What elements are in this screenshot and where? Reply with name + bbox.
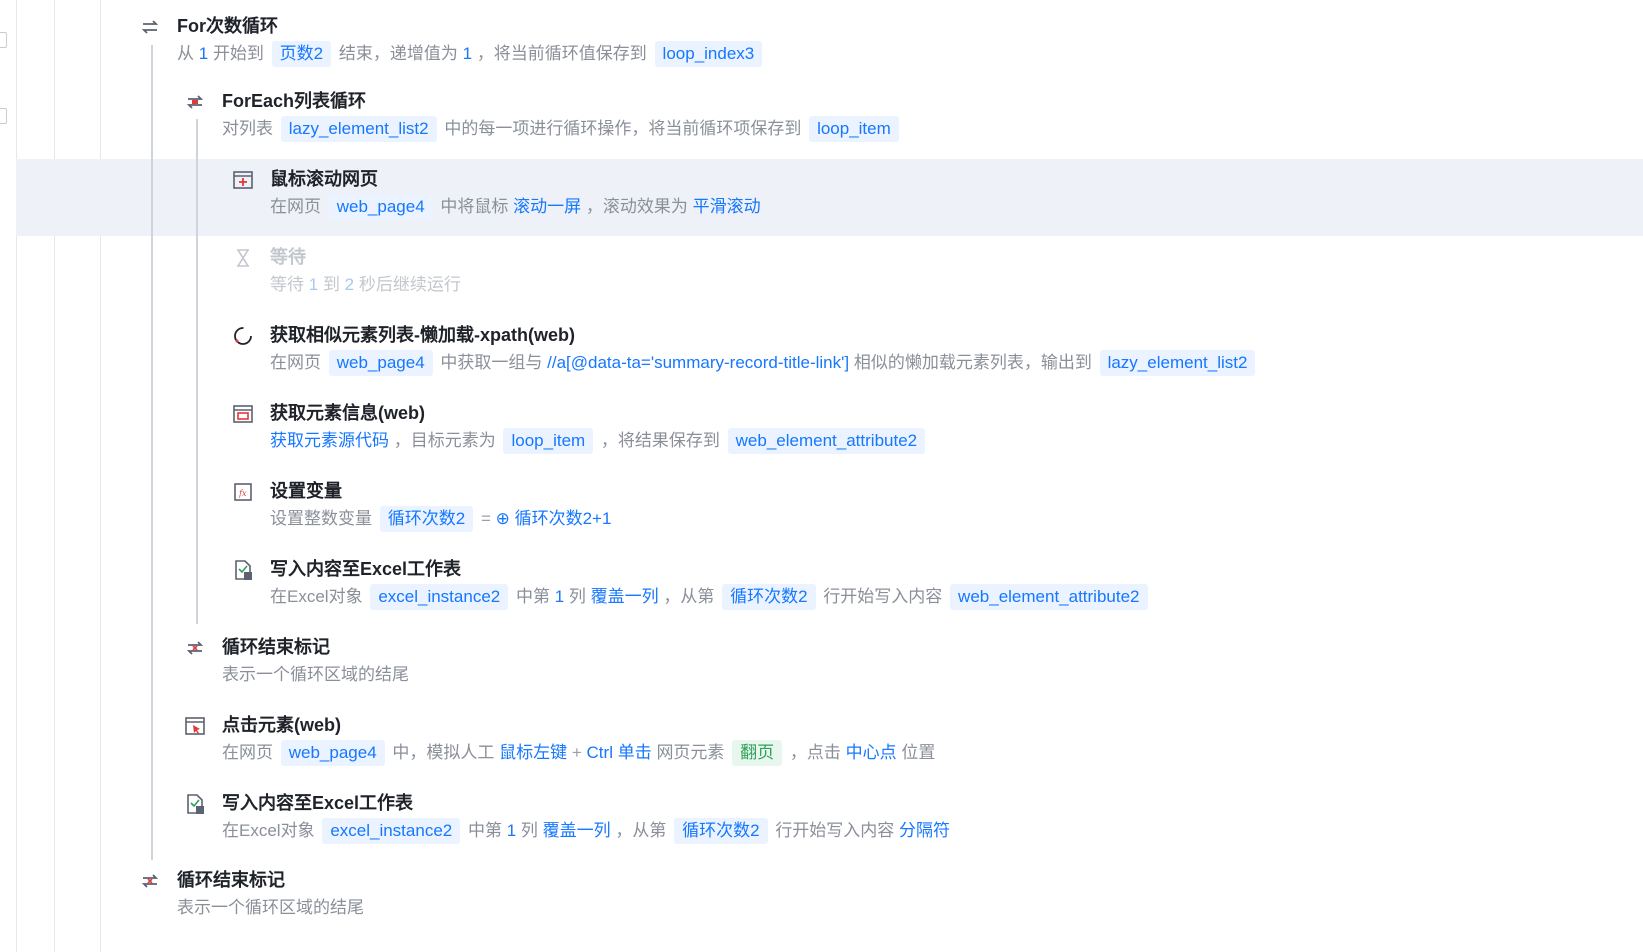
step-description: 等待 1 到 2 秒后继续运行 xyxy=(270,275,461,294)
variable-tag[interactable]: 循环次数2 xyxy=(722,584,816,610)
variable-tag[interactable]: web_element_attribute2 xyxy=(950,584,1148,610)
step-description: 从 1 开始到 页数2 结束，递增值为 1 ，将当前循环值保存到 loop_in… xyxy=(177,41,765,67)
variable-tag[interactable]: loop_index3 xyxy=(654,41,763,67)
step-description: 对列表 lazy_element_list2 中的每一项进行循环操作，将当前循环… xyxy=(222,116,902,142)
step-description: 在Excel对象 excel_instance2 中第 1 列 覆盖一列 ，从第… xyxy=(270,584,1151,610)
variable-tag[interactable]: excel_instance2 xyxy=(370,584,509,610)
element-info-icon xyxy=(232,403,254,425)
loop-branch-line xyxy=(196,119,198,624)
step-title: 获取元素信息(web) xyxy=(270,403,425,423)
element-tag[interactable]: 翻页 xyxy=(732,740,783,766)
variable-tag[interactable]: excel_instance2 xyxy=(322,818,461,844)
step-description: 获取元素源代码 ，目标元素为 loop_item ，将结果保存到 web_ele… xyxy=(270,428,928,454)
step-title: 获取相似元素列表-懒加载-xpath(web) xyxy=(270,325,575,345)
step-title: 写入内容至Excel工作表 xyxy=(222,793,414,813)
variable-tag[interactable]: loop_item xyxy=(809,116,899,142)
loop-end-icon xyxy=(184,637,206,659)
step-title: 循环结束标记 xyxy=(177,870,285,890)
step-title: 循环结束标记 xyxy=(222,637,330,657)
indent-guide xyxy=(100,0,101,952)
step-title: 设置变量 xyxy=(270,481,342,501)
step-description: 设置整数变量 循环次数2 = ⊕ 循环次数2+1 xyxy=(270,506,611,532)
loop-end-icon xyxy=(139,870,161,892)
step-title: 等待 xyxy=(270,247,306,267)
variable-tag[interactable]: loop_item xyxy=(503,428,594,454)
step-title: 写入内容至Excel工作表 xyxy=(270,559,462,579)
step-title: 鼠标滚动网页 xyxy=(270,169,378,189)
flow-canvas: For次数循环 从 1 开始到 页数2 结束，递增值为 1 ，将当前循环值保存到… xyxy=(0,0,1643,952)
step-description: 在Excel对象 excel_instance2 中第 1 列 覆盖一列 ，从第… xyxy=(222,818,950,844)
step-title: 点击元素(web) xyxy=(222,715,341,735)
selected-row-highlight xyxy=(16,159,1643,236)
step-description: 在网页 web_page4 中将鼠标 滚动一屏 ，滚动效果为 平滑滚动 xyxy=(270,194,761,220)
foreach-icon xyxy=(184,91,206,113)
variable-tag[interactable]: lazy_element_list2 xyxy=(1099,350,1256,376)
variable-tag[interactable]: 循环次数2 xyxy=(674,818,768,844)
indent-guide xyxy=(16,0,17,952)
excel-write-icon xyxy=(184,793,206,815)
variable-tag[interactable]: 页数2 xyxy=(271,41,332,67)
step-title: For次数循环 xyxy=(177,16,278,36)
loop-branch-line xyxy=(151,45,153,860)
expression-icon: ⊕ xyxy=(495,509,510,528)
variable-tag[interactable]: web_page4 xyxy=(280,740,385,766)
svg-text:fx: fx xyxy=(238,489,247,498)
step-title: ForEach列表循环 xyxy=(222,91,367,111)
click-element-icon xyxy=(184,715,206,737)
loop-icon xyxy=(139,16,161,38)
variable-tag[interactable]: web_page4 xyxy=(328,194,433,220)
mouse-scroll-icon xyxy=(232,169,254,191)
step-description: 在网页 web_page4 中获取一组与 //a[@data-ta='summa… xyxy=(270,350,1258,376)
variable-tag[interactable]: web_element_attribute2 xyxy=(727,428,926,454)
variable-tag[interactable]: web_page4 xyxy=(328,350,433,376)
variable-fx-icon: fx xyxy=(232,481,254,503)
step-description: 表示一个循环区域的结尾 xyxy=(222,665,409,684)
collapse-handle[interactable] xyxy=(0,32,7,48)
variable-tag[interactable]: 循环次数2 xyxy=(379,506,474,532)
indent-guide xyxy=(54,0,55,952)
loading-icon xyxy=(232,325,254,347)
step-description: 在网页 web_page4 中，模拟人工 鼠标左键 + Ctrl 单击 网页元素… xyxy=(222,740,935,766)
collapse-handle[interactable] xyxy=(0,108,7,124)
step-description: 表示一个循环区域的结尾 xyxy=(177,898,364,917)
excel-write-icon xyxy=(232,559,254,581)
hourglass-icon xyxy=(232,247,254,269)
variable-tag[interactable]: lazy_element_list2 xyxy=(280,116,437,142)
